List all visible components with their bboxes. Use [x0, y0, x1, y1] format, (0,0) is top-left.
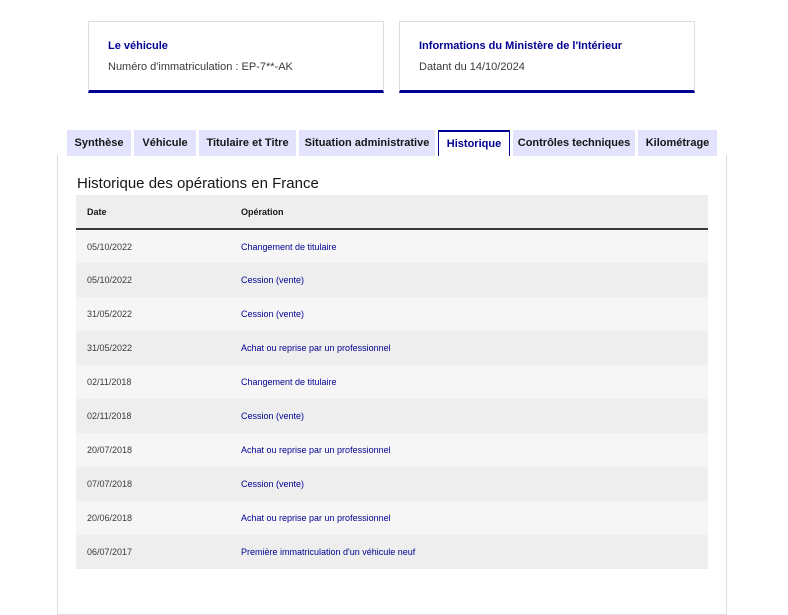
- operation-link[interactable]: Cession (vente): [230, 297, 708, 331]
- table-row: 05/10/2022 Changement de titulaire: [76, 229, 708, 263]
- date-cell: 02/11/2018: [87, 377, 132, 387]
- operation-link[interactable]: Changement de titulaire: [230, 365, 708, 399]
- table-header-row: Date Opération: [76, 195, 708, 230]
- registration-number: Numéro d'immatriculation : EP-7**-AK: [108, 61, 293, 73]
- operation-column-header: Opération: [230, 195, 708, 230]
- table-row: 02/11/2018 Changement de titulaire: [76, 365, 708, 399]
- operation-link[interactable]: Changement de titulaire: [230, 229, 708, 263]
- operation-link[interactable]: Première immatriculation d'un véhicule n…: [230, 535, 708, 569]
- data-date: Datant du 14/10/2024: [419, 61, 525, 73]
- tab-vehicule[interactable]: Véhicule: [134, 130, 196, 156]
- date-cell: 31/05/2022: [87, 309, 133, 319]
- operation-link[interactable]: Cession (vente): [230, 467, 708, 501]
- history-table: Date Opération 05/10/2022 Changement de …: [76, 195, 708, 569]
- table-row: 07/07/2018 Cession (vente): [76, 467, 708, 501]
- tab-synthese[interactable]: Synthèse: [67, 130, 131, 156]
- table-row: 06/07/2017 Première immatriculation d'un…: [76, 535, 708, 569]
- date-cell: 07/07/2018: [87, 479, 133, 489]
- ministry-card-title: Informations du Ministère de l'Intérieur: [419, 40, 623, 52]
- tab-kilometrage[interactable]: Kilométrage: [638, 130, 717, 156]
- table-row: 05/10/2022 Cession (vente): [76, 263, 708, 297]
- operation-link[interactable]: Cession (vente): [230, 399, 708, 433]
- tab-controles-techniques[interactable]: Contrôles techniques: [513, 130, 635, 156]
- tab-titulaire[interactable]: Titulaire et Titre: [199, 130, 296, 156]
- table-row: 31/05/2022 Cession (vente): [76, 297, 708, 331]
- table-row: 31/05/2022 Achat ou reprise par un profe…: [76, 331, 708, 365]
- tab-list: Synthèse Véhicule Titulaire et Titre Sit…: [0, 130, 788, 156]
- operation-link[interactable]: Achat ou reprise par un professionnel: [230, 433, 708, 467]
- date-cell: 05/10/2022: [87, 275, 133, 285]
- ministry-info-card: Informations du Ministère de l'Intérieur…: [399, 21, 695, 93]
- tab-historique[interactable]: Historique: [438, 130, 510, 156]
- date-cell: 06/07/2017: [87, 547, 133, 557]
- date-cell: 05/10/2022: [87, 241, 133, 252]
- vehicle-card: Le véhicule Numéro d'immatriculation : E…: [88, 21, 384, 93]
- operation-link[interactable]: Cession (vente): [230, 263, 708, 297]
- operation-link[interactable]: Achat ou reprise par un professionnel: [230, 501, 708, 535]
- date-cell: 20/07/2018: [87, 445, 133, 455]
- date-cell: 31/05/2022: [87, 343, 133, 353]
- table-row: 02/11/2018 Cession (vente): [76, 399, 708, 433]
- date-column-header: Date: [76, 195, 230, 230]
- tab-situation-administrative[interactable]: Situation administrative: [299, 130, 435, 156]
- table-row: 20/07/2018 Achat ou reprise par un profe…: [76, 433, 708, 467]
- date-cell: 02/11/2018: [87, 411, 132, 421]
- history-title: Historique des opérations en France: [77, 175, 319, 192]
- date-cell: 20/06/2018: [87, 513, 133, 523]
- table-row: 20/06/2018 Achat ou reprise par un profe…: [76, 501, 708, 535]
- operation-link[interactable]: Achat ou reprise par un professionnel: [230, 331, 708, 365]
- vehicle-card-title: Le véhicule: [108, 40, 168, 52]
